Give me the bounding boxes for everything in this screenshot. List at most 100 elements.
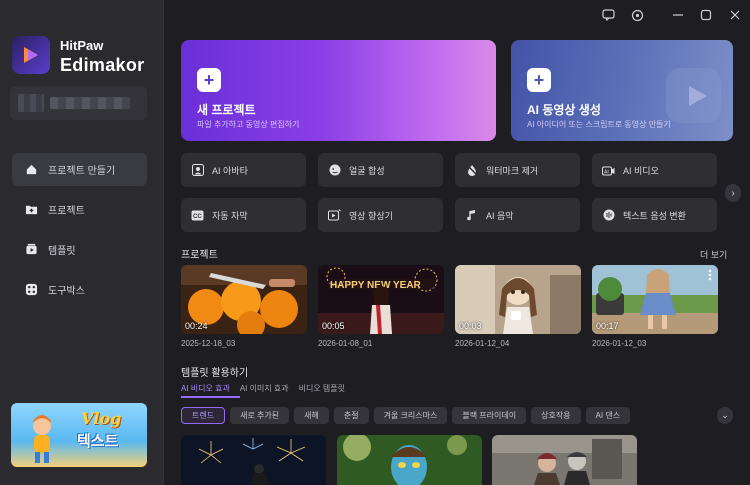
tool-label: AI 비디오 — [623, 165, 659, 176]
new-project-card[interactable]: + 새 프로젝트 파일 추가하고 동영상 편집하기 — [181, 40, 496, 141]
ai-video-title: AI 동영상 생성 — [527, 103, 601, 117]
tool-ai-music[interactable]: AI 음악 — [455, 198, 580, 232]
tool-ai-video[interactable]: AI AI 비디오 — [592, 153, 717, 187]
sidebar-item-templates[interactable]: 템플릿 — [12, 233, 147, 266]
chip-newly-added[interactable]: 새로 추가된 — [230, 407, 290, 424]
feedback-icon[interactable] — [601, 8, 615, 22]
tab-ai-video-effects[interactable]: AI 비디오 효과 — [181, 383, 230, 394]
duration-label: 00:24 — [185, 321, 208, 331]
tab-ai-image-effects[interactable]: AI 이미지 효과 — [240, 383, 289, 394]
fireworks-template-image — [181, 435, 326, 485]
avatar-alien-template-image — [337, 435, 482, 485]
svg-text:AI: AI — [604, 170, 609, 176]
new-project-subtitle: 파일 추가하고 동영상 편집하기 — [197, 120, 300, 129]
template-tabs: AI 비디오 효과 AI 이미지 효과 비디오 템플릿 — [181, 383, 345, 394]
tts-icon — [602, 209, 615, 222]
minimize-icon[interactable] — [671, 8, 685, 22]
account-name-redacted — [50, 97, 130, 109]
tool-label: AI 아바타 — [212, 165, 248, 176]
settings-icon[interactable] — [630, 8, 644, 22]
avatar-icon — [191, 164, 204, 177]
chip-new-year[interactable]: 새해 — [294, 407, 329, 424]
music-icon — [465, 209, 478, 222]
project-name: 2026-01-12_03 — [592, 339, 647, 348]
tool-label: 자동 자막 — [212, 210, 248, 221]
projects-section-title: 프로젝트 — [181, 250, 218, 261]
sidebar-item-label: 프로젝트 만들기 — [48, 166, 116, 177]
app-logo — [12, 36, 50, 74]
promo-subtitle: 텍스트 — [77, 433, 119, 450]
project-thumbnail[interactable]: 00:03 — [455, 265, 581, 334]
avatar — [18, 94, 44, 112]
ai-video-subtitle: AI 아이디어 또는 스크립트로 동영상 만들기 — [527, 120, 671, 129]
decorative-play-graphic — [666, 68, 721, 123]
tool-label: 얼굴 합성 — [349, 165, 385, 176]
category-chips: 트렌드 새로 추가된 새해 춘절 겨울 크리스마스 블랙 프라이데이 상호작용 … — [181, 407, 631, 424]
expand-chips-button[interactable]: ⌄ — [717, 407, 733, 424]
vlog-promo-banner[interactable]: Vlog 텍스트 — [11, 403, 147, 467]
duration-label: 00:05 — [322, 321, 345, 331]
duration-label: 00:03 — [459, 321, 482, 331]
template-thumbnail[interactable] — [181, 435, 326, 485]
tool-label: AI 음악 — [486, 210, 514, 221]
tool-ai-avatar[interactable]: AI 아바타 — [181, 153, 306, 187]
app-window: HitPaw Edimakor 프로젝트 만들기 프로젝트 템플릿 도구박스 V… — [0, 0, 750, 485]
sidebar: HitPaw Edimakor 프로젝트 만들기 프로젝트 템플릿 도구박스 V… — [0, 0, 164, 485]
tool-label: 영상 향상기 — [349, 210, 393, 221]
tool-watermark-remove[interactable]: 워터마크 제거 — [455, 153, 580, 187]
old-photo-template-image — [492, 435, 637, 485]
tool-face-swap[interactable]: 얼굴 합성 — [318, 153, 443, 187]
brand-name-top: HitPaw — [60, 38, 104, 53]
brand-name: Edimakor — [60, 55, 145, 75]
tool-video-enhancer[interactable]: 영상 향상기 — [318, 198, 443, 232]
chip-spring-festival[interactable]: 춘절 — [333, 407, 369, 424]
promo-title: Vlog — [81, 409, 122, 428]
toolbox-icon — [24, 283, 38, 297]
sidebar-item-create-project[interactable]: 프로젝트 만들기 — [12, 153, 147, 186]
chip-interaction[interactable]: 상호작용 — [531, 407, 581, 424]
svg-text:CC: CC — [193, 214, 202, 220]
tool-label: 텍스트 음성 변환 — [623, 210, 686, 221]
sidebar-item-label: 도구박스 — [48, 286, 85, 297]
templates-section-title: 템플릿 활용하기 — [181, 368, 249, 379]
watermark-remove-icon — [465, 164, 478, 177]
new-project-title: 새 프로젝트 — [197, 103, 256, 117]
ai-video-generate-card[interactable]: + AI 동영상 생성 AI 아이디어 또는 스크립트로 동영상 만들기 — [511, 40, 733, 141]
tool-text-to-speech[interactable]: 텍스트 음성 변환 — [592, 198, 717, 232]
tool-label: 워터마크 제거 — [486, 165, 539, 176]
plus-icon: + — [527, 68, 551, 92]
sidebar-item-projects[interactable]: 프로젝트 — [12, 193, 147, 226]
home-icon — [24, 163, 38, 177]
chevron-right-icon: › — [731, 187, 735, 199]
duration-label: 00:17 — [596, 321, 619, 331]
caption-icon: CC — [191, 209, 204, 222]
template-thumbnail[interactable] — [337, 435, 482, 485]
chip-trend[interactable]: 트렌드 — [181, 407, 226, 424]
project-thumbnail[interactable]: 00:17 — [592, 265, 718, 334]
scroll-right-button[interactable]: › — [725, 184, 741, 202]
see-more-link[interactable]: 더 보기 — [700, 248, 727, 261]
account-panel[interactable] — [10, 86, 147, 120]
sidebar-item-label: 프로젝트 — [48, 206, 85, 217]
sidebar-item-toolbox[interactable]: 도구박스 — [12, 273, 147, 306]
ai-video-icon: AI — [602, 164, 615, 177]
project-name: 2026-01-12_04 — [455, 339, 510, 348]
chip-ai-dance[interactable]: AI 댄스 — [585, 407, 631, 424]
template-icon — [24, 243, 38, 257]
folder-plus-icon — [24, 203, 38, 217]
project-name: 2025-12-18_03 — [181, 339, 236, 348]
project-name: 2026-01-08_01 — [318, 339, 373, 348]
plus-icon: + — [197, 68, 221, 92]
close-icon[interactable] — [728, 8, 742, 22]
chip-winter-christmas[interactable]: 겨울 크리스마스 — [373, 407, 448, 424]
template-thumbnail[interactable] — [492, 435, 637, 485]
tool-auto-caption[interactable]: CC 자동 자막 — [181, 198, 306, 232]
project-thumbnail[interactable]: 00:24 — [181, 265, 307, 334]
project-thumbnail[interactable]: HAPPY NEW YEAR 00:05 — [318, 265, 444, 334]
tab-video-templates[interactable]: 비디오 템플릿 — [299, 383, 345, 394]
video-enhance-icon — [328, 209, 341, 222]
chip-black-friday[interactable]: 블랙 프라이데이 — [452, 407, 527, 424]
maximize-icon[interactable] — [699, 8, 713, 22]
sidebar-item-label: 템플릿 — [48, 246, 76, 257]
face-swap-icon — [328, 164, 341, 177]
